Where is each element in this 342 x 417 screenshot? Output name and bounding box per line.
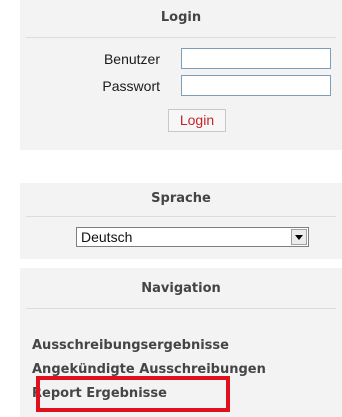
nav-link-ausschreibungsergebnisse[interactable]: Ausschreibungsergebnisse bbox=[32, 338, 229, 353]
language-divider bbox=[26, 216, 336, 217]
login-divider bbox=[26, 37, 336, 38]
login-panel: Login Benutzer Passwort Login bbox=[20, 0, 342, 150]
login-button[interactable]: Login bbox=[168, 109, 226, 132]
language-title: Sprache bbox=[151, 191, 211, 206]
login-title: Login bbox=[160, 10, 202, 25]
chevron-down-icon[interactable] bbox=[291, 229, 307, 245]
navigation-divider bbox=[26, 308, 336, 309]
nav-link-report-ergebnisse[interactable]: Report Ergebnisse bbox=[32, 386, 167, 401]
language-select-value: Deutsch bbox=[81, 229, 133, 245]
password-label: Passwort bbox=[102, 78, 160, 94]
navigation-title: Navigation bbox=[141, 281, 221, 296]
password-input[interactable] bbox=[181, 75, 331, 96]
user-label: Benutzer bbox=[103, 51, 160, 67]
nav-link-angekuendigte-ausschreibungen[interactable]: Angekündigte Ausschreibungen bbox=[32, 362, 266, 377]
language-select[interactable]: Deutsch bbox=[76, 227, 309, 247]
user-input[interactable] bbox=[181, 48, 331, 69]
language-panel: Sprache Deutsch bbox=[20, 183, 342, 259]
navigation-panel: Navigation Ausschreibungsergebnisse Ange… bbox=[20, 268, 342, 417]
